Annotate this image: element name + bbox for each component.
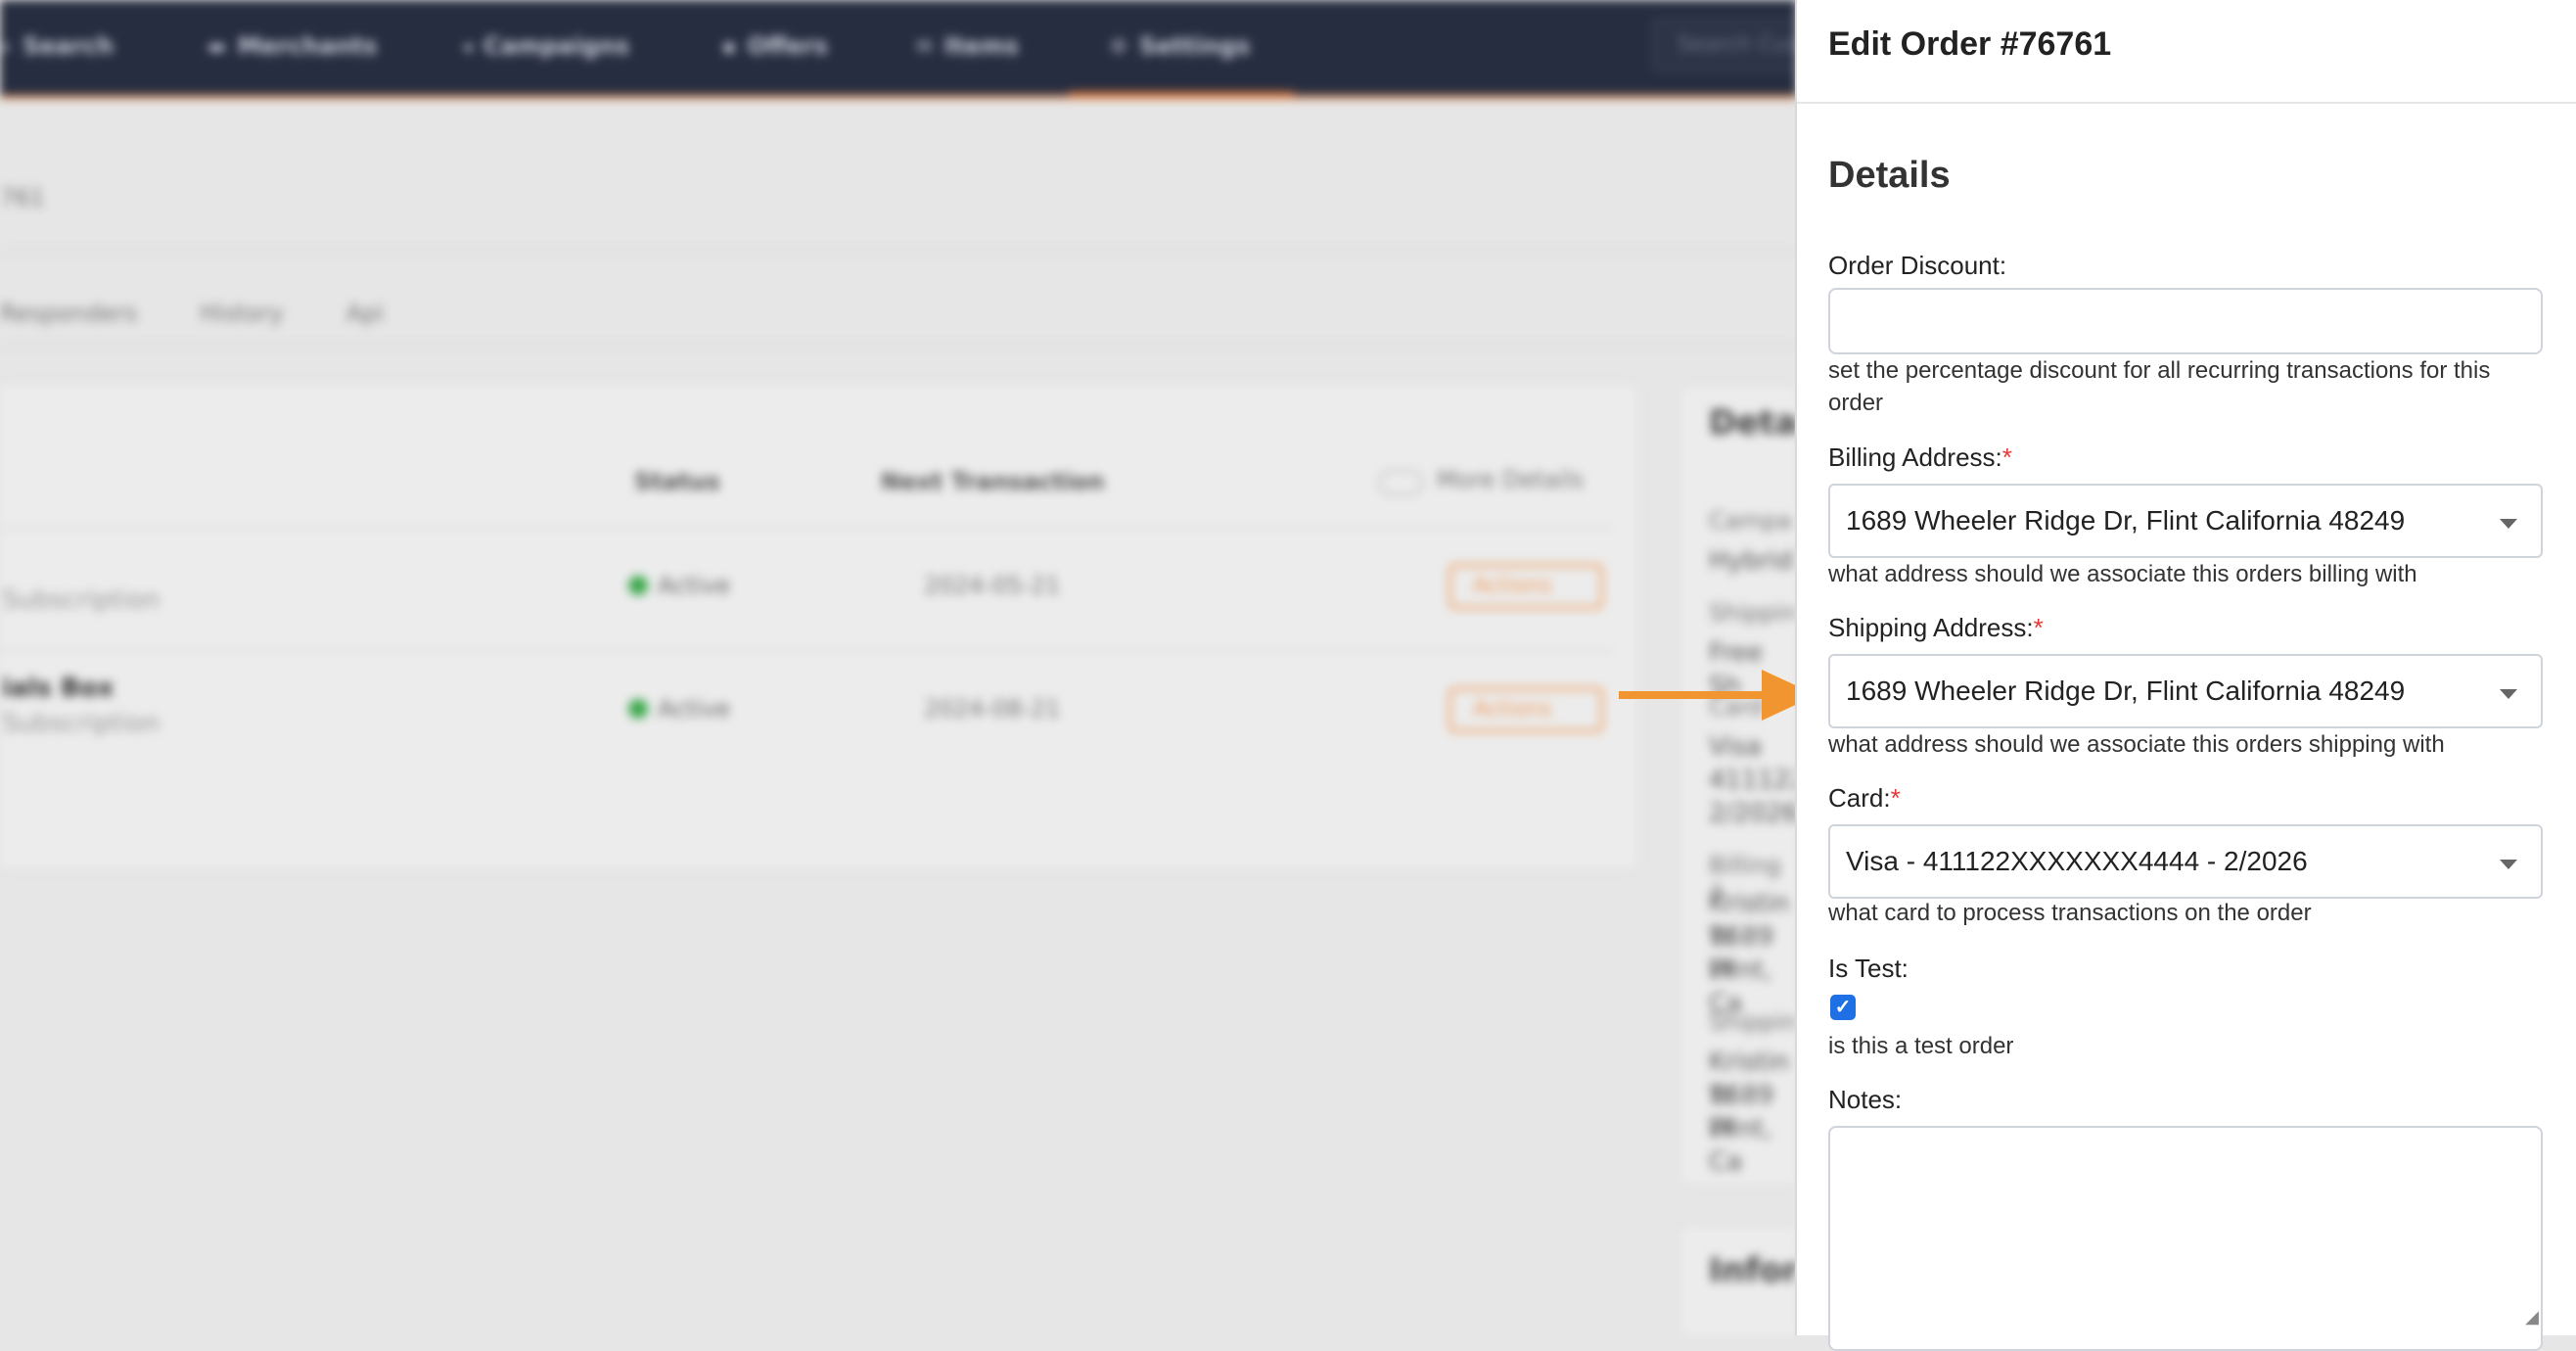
status-dot-icon <box>628 699 648 719</box>
card-help: what card to process transactions on the… <box>1828 900 2312 926</box>
column-header-next-transaction: Next Transaction <box>881 468 1105 495</box>
billing-address-select[interactable]: 1689 Wheeler Ridge Dr, Flint California … <box>1828 484 2543 558</box>
details-card-title: Detai <box>1709 403 1797 443</box>
selected-value: Visa - 411122XXXXXXX4444 - 2/2026 <box>1846 846 2308 876</box>
campaign-label: Campa <box>1709 507 1792 535</box>
order-tabs: Responders History Api <box>0 300 384 327</box>
nav-label: Search <box>23 32 115 60</box>
next-transaction-date: 2024-08-21 <box>924 695 1061 722</box>
customer-search-input[interactable]: Search Cus <box>1652 18 1797 72</box>
billing-address-help: what address should we associate this or… <box>1828 561 2417 587</box>
order-discount-label: Order Discount: <box>1828 251 2007 280</box>
offers-icon: ▪ <box>722 34 736 58</box>
row-divider <box>2 650 1613 652</box>
shipping-line: Flint, Ca <box>1709 1114 1772 1177</box>
merchants-icon: ▬ <box>207 34 226 58</box>
shipping-address-help: what address should we associate this or… <box>1828 731 2445 758</box>
nav-campaigns[interactable]: ◂ Campaigns <box>462 29 629 63</box>
shipping-address-select[interactable]: 1689 Wheeler Ridge Dr, Flint California … <box>1828 654 2543 728</box>
card-label: Card:* <box>1828 783 1901 814</box>
status-text: Active <box>658 695 731 722</box>
row-title: ials Box <box>2 674 115 703</box>
card-line: 2/2026 <box>1709 799 1797 828</box>
status-badge: Active <box>628 572 730 599</box>
nav-settings[interactable]: ⚙ Settings <box>1110 29 1250 63</box>
top-navigation: ⌕ Search ▬ Merchants ◂ Campaigns ▪ Offer… <box>0 0 1797 99</box>
status-dot-icon <box>628 576 648 595</box>
nav-offers[interactable]: ▪ Offers <box>722 29 828 63</box>
row-subtitle[interactable]: Subscription <box>2 709 161 738</box>
more-details-toggle[interactable] <box>1378 470 1423 495</box>
information-card-title: Inform <box>1709 1251 1797 1290</box>
selected-value: 1689 Wheeler Ridge Dr, Flint California … <box>1846 505 2406 536</box>
campaign-value: Hybrid <box>1709 546 1793 576</box>
row-subtitle[interactable]: Subscription <box>2 585 161 615</box>
nav-label: Campaigns <box>483 32 630 60</box>
card-select[interactable]: Visa - 411122XXXXXXX4444 - 2/2026 <box>1828 824 2543 899</box>
campaigns-icon: ◂ <box>462 34 473 58</box>
divider <box>0 345 1797 347</box>
order-discount-help: set the percentage discount for all recu… <box>1828 357 2491 416</box>
label-text: Card: <box>1828 783 1891 813</box>
billing-address-label: Billing Address:* <box>1828 443 2012 473</box>
nav-label: Offers <box>747 32 828 60</box>
background-app: ⌕ Search ▬ Merchants ◂ Campaigns ▪ Offer… <box>0 0 1797 1335</box>
tab-api[interactable]: Api <box>346 300 384 327</box>
required-asterisk: * <box>2033 613 2044 642</box>
chevron-down-icon <box>2500 860 2517 869</box>
required-asterisk: * <box>1890 783 1901 813</box>
annotation-arrow-icon <box>1619 670 1824 721</box>
shipping-address-label: Shipping <box>1709 1008 1797 1036</box>
status-badge: Active <box>628 695 730 722</box>
edit-order-panel: Edit Order #76761 Details Order Discount… <box>1795 0 2576 1351</box>
is-test-help: is this a test order <box>1828 1033 2014 1059</box>
more-details-label: More Details <box>1437 466 1585 493</box>
divider <box>0 251 1797 253</box>
is-test-label: Is Test: <box>1828 954 1909 983</box>
required-asterisk: * <box>2001 443 2012 472</box>
panel-title: Edit Order #76761 <box>1828 25 2112 63</box>
nav-merchants[interactable]: ▬ Merchants <box>207 29 377 63</box>
label-text: Billing Address: <box>1828 443 2002 472</box>
status-text: Active <box>658 572 731 599</box>
nav-underline <box>0 95 1797 99</box>
notes-textarea[interactable]: ◢ <box>1828 1126 2543 1351</box>
nav-items[interactable]: ✉ Items <box>916 29 1019 63</box>
next-transaction-date: 2024-05-21 <box>924 572 1061 599</box>
nav-label: Settings <box>1138 32 1251 60</box>
arrow-shaft <box>1619 691 1766 699</box>
nav-label: Items <box>943 32 1019 60</box>
shipping-address-label: Shipping Address:* <box>1828 613 2044 643</box>
is-test-checkbox[interactable]: ✓ <box>1830 995 1856 1020</box>
chevron-down-icon <box>2500 689 2517 699</box>
tab-responders[interactable]: Responders <box>0 300 137 327</box>
panel-header-divider <box>1797 102 2576 104</box>
section-title: Details <box>1828 155 1951 196</box>
card-line: Visa <box>1709 732 1762 762</box>
settings-icon: ⚙ <box>1110 34 1127 58</box>
breadcrumb: 761 <box>0 184 45 211</box>
resize-handle-icon[interactable]: ◢ <box>2525 1307 2539 1328</box>
shipping-label: Shipping <box>1709 599 1797 627</box>
column-header-status: Status <box>634 468 720 495</box>
notes-label: Notes: <box>1828 1085 1903 1114</box>
tab-history[interactable]: History <box>200 300 283 327</box>
label-text: Shipping Address: <box>1828 613 2034 642</box>
subscriptions-card: Status Next Transaction More Details Sub… <box>0 382 1640 871</box>
items-icon: ✉ <box>916 34 933 58</box>
search-icon: ⌕ <box>0 34 12 58</box>
actions-button[interactable]: Actions <box>1449 564 1603 609</box>
actions-button[interactable]: Actions <box>1449 687 1603 732</box>
chevron-down-icon <box>2500 519 2517 529</box>
order-discount-input[interactable] <box>1828 288 2543 354</box>
nav-label: Merchants <box>237 32 378 60</box>
selected-value: 1689 Wheeler Ridge Dr, Flint California … <box>1846 676 2406 706</box>
row-divider <box>2 527 1613 529</box>
nav-search[interactable]: ⌕ Search <box>0 29 114 63</box>
card-line: 411122X <box>1709 766 1797 795</box>
